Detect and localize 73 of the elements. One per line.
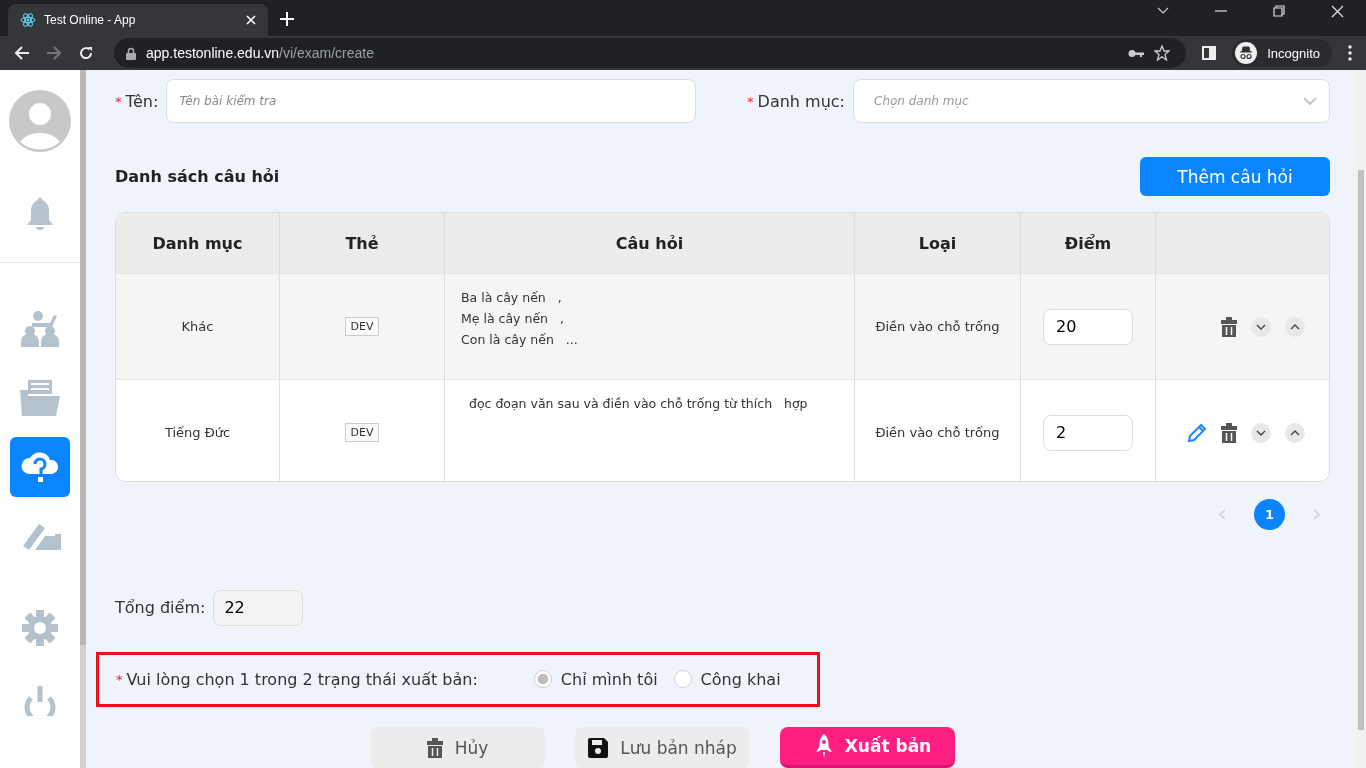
power-icon [23, 686, 57, 716]
tab-title: Test Online - App [44, 13, 137, 27]
lock-icon [126, 46, 136, 60]
total-score-field[interactable]: 22 [213, 589, 304, 626]
trash-icon[interactable] [1221, 316, 1237, 337]
publish-button[interactable]: Xuất bản [780, 727, 955, 768]
radio-option[interactable]: Chỉ mình tôi [533, 669, 658, 689]
draft-button[interactable]: Lưu bản nháp [575, 727, 750, 768]
pencil-icon[interactable] [1187, 422, 1207, 443]
trash-icon [426, 737, 443, 758]
key-icon[interactable] [1128, 48, 1145, 58]
chevron-up-icon [1290, 323, 1300, 330]
folder-icon [20, 380, 60, 416]
chevron-down-icon[interactable] [1157, 7, 1169, 15]
atom-icon [20, 12, 36, 28]
address-field[interactable]: app.testonline.edu.vn/vi/exam/create [114, 38, 1187, 68]
chevron-down-icon [1256, 323, 1266, 330]
radio-button[interactable] [673, 670, 692, 689]
chevron-up-icon [1290, 429, 1300, 436]
close-icon[interactable] [1331, 4, 1344, 18]
trash-icon[interactable] [1221, 422, 1237, 443]
star-icon[interactable] [1154, 45, 1171, 61]
table-cell: Khác [181, 319, 214, 335]
name-input[interactable]: Tên bài kiểm tra [166, 79, 697, 124]
sidebar-item[interactable] [10, 437, 70, 497]
people-icon [20, 311, 60, 347]
radio-option[interactable]: Công khai [673, 669, 781, 689]
url-path: /vi/exam/create [279, 45, 375, 61]
page-button[interactable]: 1 [1254, 498, 1285, 530]
chevron-down-icon [1303, 97, 1317, 106]
incognito-chip[interactable]: Incognito [1232, 39, 1332, 67]
reload-icon[interactable] [78, 45, 94, 61]
question-text: Ba là cây nến , [461, 290, 562, 306]
cancel-button[interactable]: Hủy [370, 727, 545, 768]
table-cell: Tiếng Đức [164, 425, 231, 441]
category-label: Danh mục: [757, 91, 845, 111]
avatar-icon [9, 90, 71, 152]
table-cell: Điền vào chỗ trống [875, 425, 1000, 441]
move-down-button[interactable] [1251, 422, 1271, 443]
back-arrow-icon[interactable] [14, 45, 30, 61]
tag: DEV [344, 317, 380, 337]
radio-button[interactable] [533, 670, 552, 689]
name-label: Tên: [125, 91, 159, 111]
question-text: đọc đoạn văn sau và điền vào chỗ trống từ thích hợp [467, 396, 808, 412]
move-down-button[interactable] [1251, 316, 1271, 337]
more-icon[interactable] [1348, 45, 1352, 61]
forward-arrow-icon[interactable] [46, 45, 62, 61]
table-cell: Điền vào chỗ trống [875, 319, 1000, 335]
score-input[interactable]: 2 [1043, 414, 1133, 451]
add-question-button[interactable]: Thêm câu hỏi [1140, 157, 1330, 197]
url-host: app.testonline.edu.vn [146, 45, 280, 61]
rocket-icon [814, 734, 833, 758]
total-label: Tổng điểm: [115, 598, 206, 618]
plus-icon[interactable] [280, 12, 294, 26]
sidebar-item[interactable] [9, 90, 71, 152]
score-input[interactable]: 20 [1043, 308, 1133, 345]
chevron-down-icon [1256, 429, 1266, 436]
incognito-icon [1235, 42, 1258, 64]
required-mark: * [747, 93, 754, 109]
tag: DEV [344, 423, 380, 443]
bell-icon [26, 197, 54, 231]
required-mark: * [115, 93, 122, 109]
restore-icon[interactable] [1273, 5, 1285, 17]
side-panel-icon[interactable] [1202, 46, 1217, 60]
required-mark: * [116, 671, 123, 687]
move-up-button[interactable] [1285, 316, 1305, 337]
publish-label: Vui lòng chọn 1 trong 2 trạng thái xuất bản: [126, 669, 478, 689]
cloud-question-icon [20, 450, 60, 484]
question-text: Mẹ là cây nến , [461, 311, 564, 327]
question-text: Con là cây nến ... [461, 332, 578, 348]
section-title: Danh sách câu hỏi [115, 167, 280, 187]
browser-tab[interactable]: Test Online - App [8, 4, 268, 36]
move-up-button[interactable] [1285, 422, 1305, 443]
